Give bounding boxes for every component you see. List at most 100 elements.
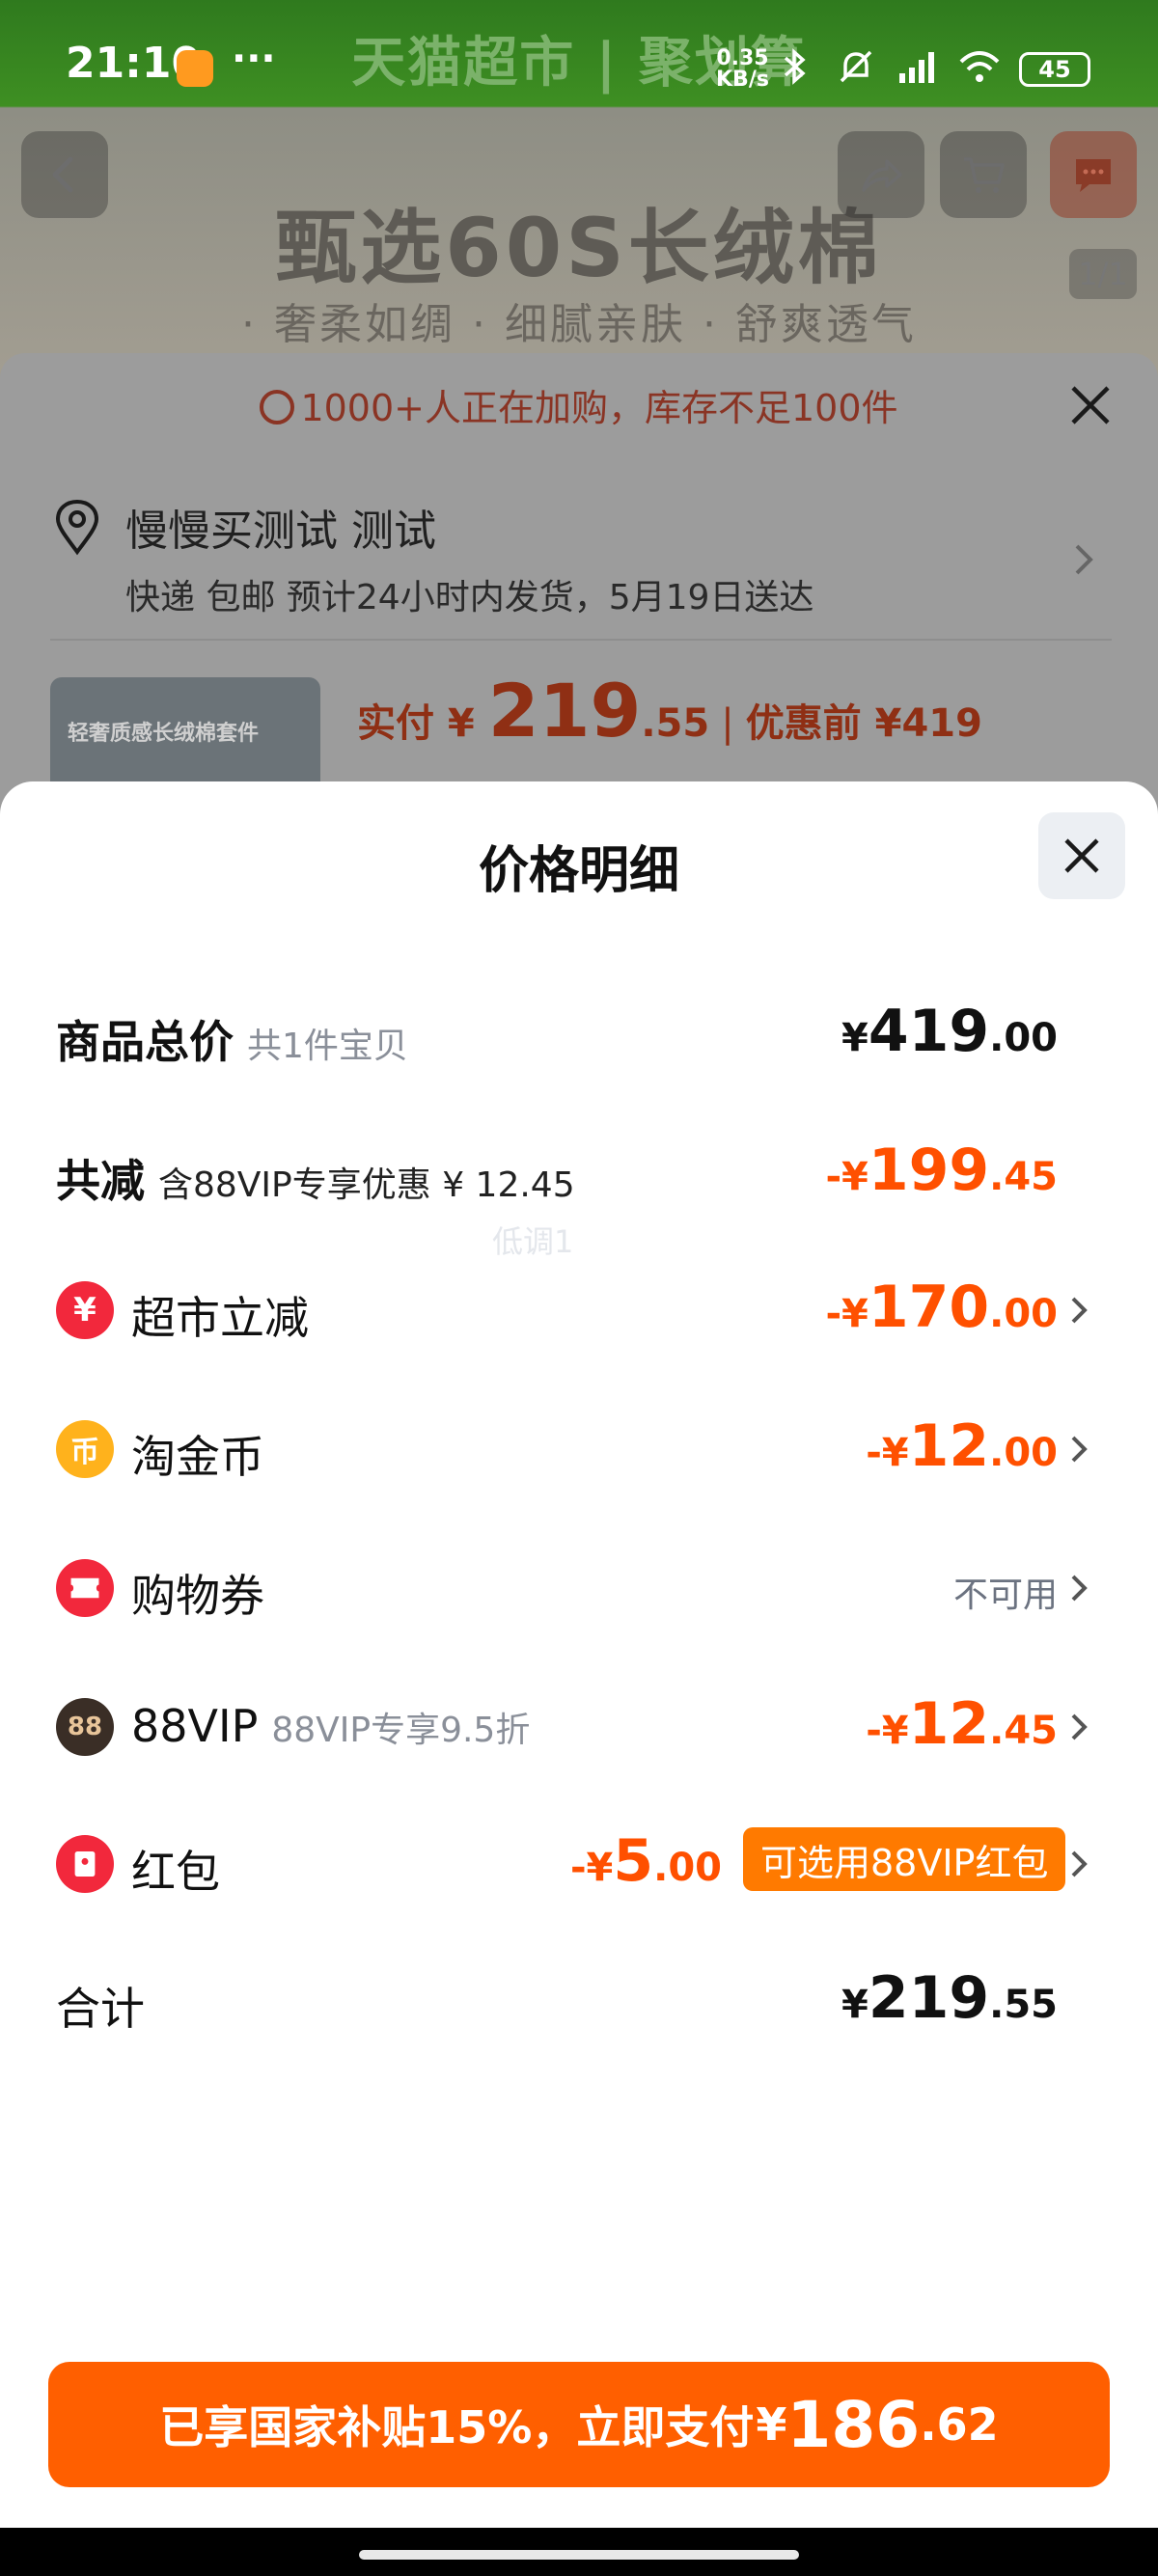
amount-integer: 219 (868, 1964, 990, 2032)
pay-now-button[interactable]: 已享国家补贴15%，立即支付 ¥186.62 (48, 2362, 1110, 2487)
currency-sign: -¥ (825, 1292, 868, 1336)
pay-button-currency: ¥ (756, 2398, 787, 2451)
vip88-title: 88VIP (131, 1700, 259, 1752)
amount-integer: 12 (908, 1412, 990, 1480)
row-red-packet[interactable]: 红包 -¥5.00 可选用88VIP红包 (0, 1814, 1158, 1910)
price-detail-title: 价格明细 (478, 842, 679, 900)
row-total-reduction: 共减 含88VIP专享优惠 ¥ 12.45 -¥199.45 (0, 1123, 1158, 1219)
instant-discount-icon: ¥ (56, 1281, 114, 1339)
ticket-icon (70, 1577, 99, 1599)
price-decimal: .55 (641, 701, 710, 746)
actual-price: 实付 ¥ 219.55 | 优惠前 ¥419 (357, 668, 982, 754)
chat-icon (1076, 159, 1111, 192)
coupon-status: 不可用 (952, 1576, 1058, 1615)
total-price-title: 商品总价 (56, 1016, 234, 1068)
bluetooth-icon (784, 48, 806, 85)
chevron-right-icon (1071, 1575, 1088, 1602)
total-reduction-amount: -¥199.45 (825, 1137, 1058, 1204)
red-packet-amount: -¥5.00 (570, 1827, 722, 1895)
row-88vip[interactable]: 88 88VIP 88VIP专享9.5折 -¥12.45 (0, 1677, 1158, 1773)
supermarket-discount-amount: -¥170.00 (825, 1274, 1058, 1341)
pay-button-text: 已享国家补贴15%，立即支付 (159, 2401, 755, 2453)
network-speed: 0.35 KB/s (716, 48, 769, 91)
supermarket-discount-label: 超市立减 (131, 1292, 309, 1344)
address-name[interactable]: 慢慢买测试 测试 (125, 496, 436, 558)
total-price-amount: ¥419.00 (841, 998, 1058, 1065)
pay-button-amount-decimal: .62 (920, 2398, 999, 2451)
instant-discount-icon-glyph: ¥ (73, 1291, 96, 1329)
home-indicator[interactable] (359, 2550, 799, 2560)
gold-coin-icon-glyph: 币 (70, 1436, 99, 1469)
message-button[interactable] (1050, 131, 1137, 218)
row-sum: 合计 ¥219.55 (0, 1951, 1158, 2047)
amount-integer: 199 (868, 1137, 990, 1204)
row-taojinbi[interactable]: 币 淘金币 -¥12.00 (0, 1399, 1158, 1495)
cart-button[interactable] (940, 131, 1027, 218)
image-page-indicator: 1/1 (1069, 249, 1137, 299)
share-button[interactable] (838, 131, 924, 218)
price-separator: | (721, 701, 734, 746)
location-pin-icon (55, 499, 99, 556)
mute-bell-icon (840, 50, 872, 83)
wifi-icon (959, 51, 1000, 82)
price-detail-sheet: 价格明细 低调1 商品总价 共1件宝贝 ¥419.00 共减 含88VIP专享优惠 … (0, 781, 1158, 2528)
vip-red-packet-tag[interactable]: 可选用88VIP红包 (743, 1827, 1066, 1891)
app-notification-icon (177, 50, 213, 87)
share-icon (862, 159, 902, 192)
row-shopping-coupon[interactable]: 购物券 不可用 (0, 1538, 1158, 1634)
red-packet-icon (56, 1835, 114, 1893)
status-bar: 21:10 ··· 0.35 KB/s 45 (0, 0, 1158, 106)
amount-decimal: .45 (989, 1709, 1058, 1753)
currency-sign: -¥ (866, 1431, 909, 1475)
amount-decimal: .45 (989, 1155, 1058, 1199)
battery-indicator: 45 (1019, 52, 1090, 87)
price-detail-close-button[interactable] (1038, 812, 1125, 899)
amount-integer: 419 (868, 998, 990, 1065)
red-packet-label: 红包 (131, 1846, 220, 1898)
vip88-discount-note: 88VIP专享9.5折 (271, 1711, 531, 1750)
total-reduction-label: 共减 含88VIP专享优惠 ¥ 12.45 (56, 1146, 575, 1210)
close-icon (1064, 838, 1099, 873)
stock-urgency: 1000+人正在加购，库存不足100件 (0, 378, 1158, 431)
banner-subline: · 奢柔如绸 · 细腻亲肤 · 舒爽透气 (241, 300, 917, 349)
alarm-clock-icon (260, 390, 295, 425)
amount-decimal: .00 (989, 1292, 1058, 1336)
sum-label: 合计 (56, 1983, 145, 2035)
delivery-info: 快递 包邮 预计24小时内发货，5月19日送达 (125, 578, 814, 617)
product-thumbnail-text: 轻奢质感长绒棉套件 (68, 722, 260, 746)
chevron-right-icon (1071, 1297, 1088, 1324)
cart-icon (964, 157, 1005, 193)
sku-sheet-close-icon[interactable] (1065, 380, 1116, 430)
amount-decimal: .00 (989, 1431, 1058, 1475)
coupon-icon (56, 1559, 114, 1617)
gold-coin-icon: 币 (56, 1420, 114, 1478)
amount-integer: 5 (613, 1827, 654, 1895)
vip88-icon: 88 (56, 1698, 114, 1756)
price-label: 实付 ¥ (357, 701, 488, 746)
more-notifications-icon: ··· (232, 37, 276, 81)
watermark: 低调1 (492, 1223, 574, 1260)
amount-decimal: .00 (989, 1016, 1058, 1060)
back-button[interactable] (21, 131, 108, 218)
vip-discount-note: 含88VIP专享优惠 ¥ 12.45 (158, 1165, 575, 1205)
divider (50, 639, 1112, 641)
vip88-icon-glyph: 88 (67, 1713, 103, 1741)
vip88-amount: -¥12.45 (866, 1690, 1058, 1758)
currency-sign: -¥ (866, 1709, 909, 1753)
price-integer: 219 (487, 668, 642, 754)
row-supermarket-discount[interactable]: ¥ 超市立减 -¥170.00 (0, 1260, 1158, 1357)
currency-sign: -¥ (569, 1846, 614, 1890)
chevron-right-icon[interactable] (1069, 540, 1098, 579)
network-speed-unit: KB/s (716, 68, 769, 92)
row-total-price: 商品总价 共1件宝贝 ¥419.00 (0, 984, 1158, 1081)
currency-sign: -¥ (825, 1155, 868, 1199)
chevron-right-icon (1071, 1436, 1088, 1463)
stock-urgency-text: 1000+人正在加购，库存不足100件 (300, 387, 898, 429)
signal-icon (899, 52, 934, 83)
shopping-coupon-label: 购物券 (131, 1570, 264, 1622)
envelope-icon (74, 1851, 96, 1877)
total-reduction-title: 共减 (56, 1155, 145, 1207)
sum-amount: ¥219.55 (841, 1964, 1058, 2032)
taojinbi-amount: -¥12.00 (866, 1412, 1058, 1480)
taojinbi-label: 淘金币 (131, 1431, 264, 1483)
